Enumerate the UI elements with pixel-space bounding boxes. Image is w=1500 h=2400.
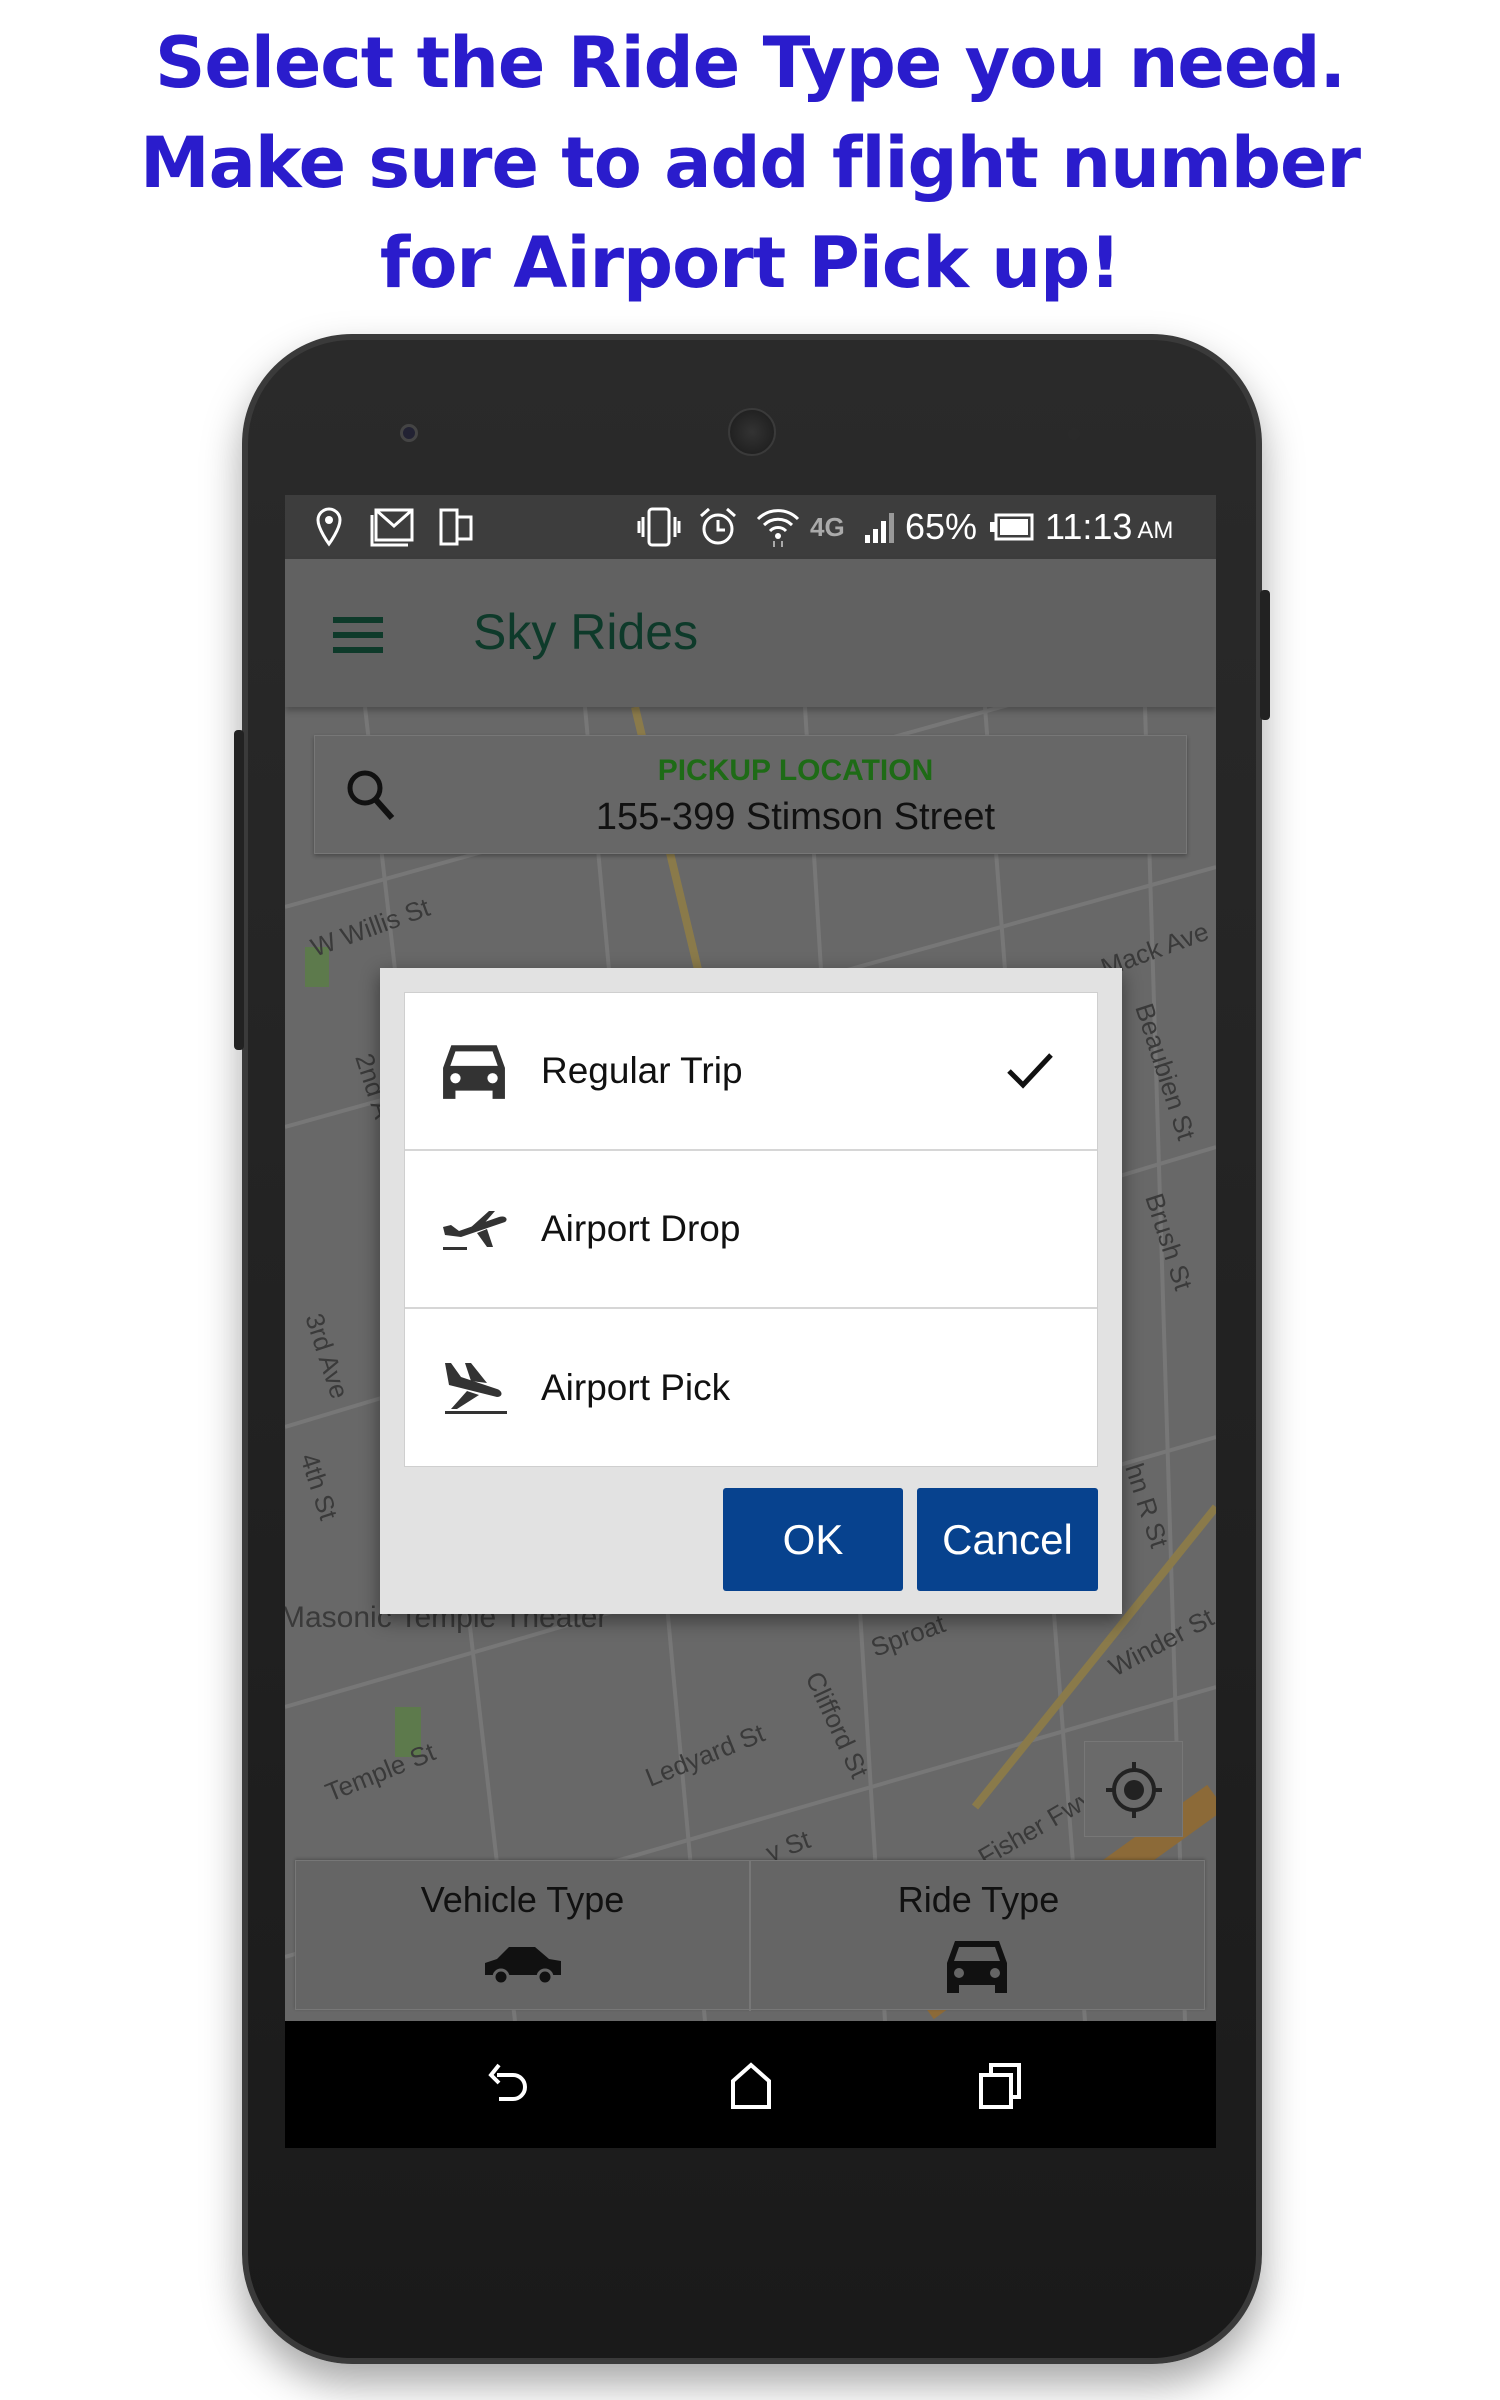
pickup-location-value: 155-399 Stimson Street: [595, 796, 996, 838]
map-label: 3rd Ave: [299, 1310, 355, 1403]
vibrate-icon: [637, 507, 681, 547]
clock-time: 11:13 AM: [1045, 506, 1174, 547]
recent-apps-icon[interactable]: [977, 2061, 1025, 2111]
map-label: Brush St: [1139, 1190, 1199, 1295]
option-airport-pick[interactable]: Airport Pick: [405, 1309, 1097, 1467]
device-icon: [438, 507, 474, 547]
headline-line-1: Select the Ride Type you need.: [154, 22, 1346, 104]
ride-type-label: Ride Type: [897, 1879, 1060, 1920]
option-regular-trip[interactable]: Regular Trip: [405, 993, 1097, 1151]
airplane-takeoff-icon: [443, 1211, 507, 1250]
phone-side-button-right: [1260, 590, 1270, 720]
battery-percent: 65%: [905, 506, 978, 547]
map-label: Temple St: [321, 1736, 440, 1807]
my-location-button[interactable]: [1084, 1741, 1183, 1837]
option-label: Airport Pick: [541, 1367, 731, 1408]
gmail-icon: [370, 507, 416, 547]
option-label: Regular Trip: [541, 1050, 743, 1091]
checkmark-icon: [1007, 1053, 1053, 1089]
home-icon[interactable]: [729, 2061, 773, 2111]
map-label: Beaubien St: [1129, 1000, 1202, 1145]
back-icon[interactable]: [485, 2061, 535, 2111]
4g-icon: 4G: [810, 511, 845, 542]
option-label: Airport Drop: [541, 1208, 741, 1249]
map-label: 4th St: [294, 1450, 344, 1525]
app-title: Sky Rides: [473, 604, 699, 660]
app-toolbar: Sky Rides: [285, 559, 1216, 707]
wifi-icon: [755, 507, 801, 547]
option-airport-drop[interactable]: Airport Drop: [405, 1151, 1097, 1309]
signal-icon: [863, 507, 899, 547]
pickup-location-search[interactable]: PICKUP LOCATION 155-399 Stimson Street: [314, 735, 1187, 854]
android-nav-bar: [285, 2021, 1216, 2148]
battery-icon: [990, 507, 1034, 547]
ok-button[interactable]: OK: [723, 1488, 903, 1591]
phone-screen: 4G 65% 11:13 AM W Willis St Mack Ave Beau…: [285, 495, 1216, 2148]
location-pin-icon: [315, 507, 343, 547]
ampm-text: AM: [1137, 517, 1174, 544]
sedan-icon: [485, 1947, 561, 1985]
ride-type-options: Regular Trip Airport Drop Airport Pick: [404, 992, 1098, 1467]
speaker-icon: [728, 408, 776, 456]
map-label: W Willis St: [307, 892, 435, 963]
time-text: 11:13: [1045, 506, 1133, 547]
car-front-icon: [443, 1045, 505, 1099]
car-front-icon: [947, 1941, 1007, 1993]
hamburger-menu-icon[interactable]: [333, 617, 383, 653]
ride-type-button[interactable]: Ride Type: [751, 1861, 1206, 2011]
vehicle-type-button[interactable]: Vehicle Type: [296, 1861, 751, 2011]
headline-line-3: for Airport Pick up!: [379, 222, 1121, 304]
vehicle-type-label: Vehicle Type: [420, 1879, 625, 1920]
airplane-landing-icon: [445, 1363, 507, 1414]
ride-type-dialog: Regular Trip Airport Drop Airport Pick O…: [380, 968, 1122, 1614]
status-bar: 4G 65% 11:13 AM: [285, 495, 1216, 559]
alarm-icon: [697, 507, 739, 547]
map-label: Fisher Fwy: [973, 1783, 1098, 1873]
sensor-icon: [1068, 428, 1080, 440]
phone-side-button-left: [234, 730, 244, 1050]
front-camera-icon: [400, 424, 418, 442]
headline-line-2: Make sure to add flight number: [140, 122, 1361, 204]
cancel-button[interactable]: Cancel: [917, 1488, 1098, 1591]
bottom-panel: Vehicle Type Ride Type: [295, 1860, 1206, 2011]
map-label: Ledyard St: [641, 1717, 770, 1792]
crosshair-icon: [1106, 1762, 1162, 1818]
pickup-location-label: PICKUP LOCATION: [657, 754, 934, 787]
map-label: Sproat: [867, 1608, 950, 1663]
